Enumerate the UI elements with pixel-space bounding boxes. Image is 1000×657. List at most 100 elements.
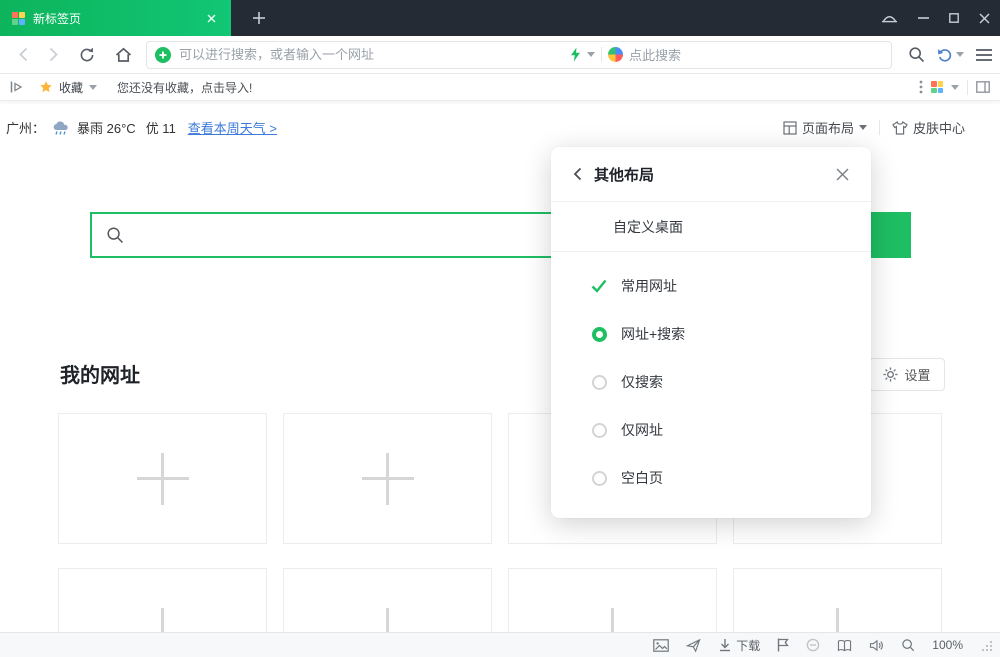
tab-close-icon[interactable] <box>203 10 219 26</box>
settings-label: 设置 <box>904 365 930 384</box>
layout-chevron-down-icon <box>859 125 867 130</box>
minimize-button[interactable] <box>918 17 929 19</box>
radio-selected-icon <box>590 327 608 342</box>
star-icon <box>39 80 53 94</box>
address-input[interactable] <box>179 47 883 62</box>
rain-cloud-icon <box>51 120 71 136</box>
plus-icon <box>362 608 414 633</box>
apps-chevron-down-icon[interactable] <box>951 85 959 90</box>
restore-chevron-down-icon[interactable] <box>956 52 964 57</box>
forward-button[interactable] <box>38 40 68 70</box>
favorites-chevron-down-icon[interactable] <box>89 85 97 90</box>
plus-icon <box>587 608 639 633</box>
plus-icon <box>362 453 414 505</box>
layout-option-sites-only[interactable]: 仅网址 <box>551 406 871 454</box>
skin-center-label: 皮肤中心 <box>913 118 965 137</box>
browser-window: 新标签页 <box>0 0 1000 657</box>
speaker-icon[interactable] <box>869 639 884 652</box>
bookmark-bar-right <box>919 80 990 95</box>
layout-option-blank-page[interactable]: 空白页 <box>551 454 871 502</box>
search-engine-icon[interactable] <box>608 47 623 62</box>
page-layout-button[interactable]: 页面布局 <box>783 118 867 137</box>
add-site-tile[interactable] <box>283 568 492 632</box>
quick-search-label[interactable]: 点此搜索 <box>629 45 681 64</box>
favorites-label[interactable]: 收藏 <box>59 79 83 96</box>
find-in-page-icon[interactable] <box>908 46 925 63</box>
maximize-button[interactable] <box>949 13 959 23</box>
weather-widget: 广州： 暴雨 26°C 优 11 查看本周天气 > <box>6 118 277 137</box>
popup-close-icon[interactable] <box>836 168 849 181</box>
check-icon <box>590 279 608 293</box>
skin-center-button[interactable]: 皮肤中心 <box>892 118 965 137</box>
weather-condition: 暴雨 26°C <box>77 118 136 137</box>
settings-button[interactable]: 设置 <box>869 358 945 391</box>
navigation-toolbar: 点此搜索 <box>0 36 1000 74</box>
resize-grip[interactable] <box>980 639 993 652</box>
add-site-tile[interactable] <box>733 568 942 632</box>
bookmark-bar-left: 收藏 您还没有收藏，点击导入! <box>10 79 252 96</box>
boost-chevron-down-icon[interactable] <box>587 52 595 57</box>
skin-hat-icon[interactable] <box>881 12 898 24</box>
restore-session-button[interactable] <box>937 47 964 63</box>
quick-search-area: 点此搜索 <box>570 42 681 68</box>
layout-options-list: 常用网址 网址+搜索 仅搜索 仅网址 空白页 <box>551 252 871 502</box>
refresh-button[interactable] <box>72 40 102 70</box>
custom-desktop-item[interactable]: 自定义桌面 <box>551 202 871 252</box>
add-site-tile[interactable] <box>283 413 492 544</box>
air-quality: 优 11 <box>146 118 176 137</box>
new-tab-button[interactable] <box>242 0 276 36</box>
tab-new-tab-page[interactable]: 新标签页 <box>0 0 231 36</box>
more-dots-icon[interactable] <box>919 80 923 94</box>
address-bar[interactable]: 点此搜索 <box>146 41 892 69</box>
option-label: 常用网址 <box>621 276 677 296</box>
back-chevron-icon[interactable] <box>573 167 582 181</box>
main-menu-button[interactable] <box>976 49 992 61</box>
shield-plus-icon[interactable] <box>155 47 171 63</box>
weather-city: 广州： <box>6 118 45 137</box>
shirt-icon <box>892 121 908 135</box>
divider <box>967 80 968 95</box>
home-button[interactable] <box>108 40 138 70</box>
lightning-icon[interactable] <box>570 47 581 62</box>
add-site-tile[interactable] <box>58 568 267 632</box>
my-sites-title: 我的网址 <box>60 359 140 388</box>
task-flag-icon[interactable] <box>777 638 789 652</box>
zoom-icon[interactable] <box>901 638 915 652</box>
popup-header: 其他布局 <box>551 147 871 202</box>
add-site-tile[interactable] <box>508 568 717 632</box>
eye-protection-icon[interactable] <box>806 638 820 652</box>
toolbar-right-icons <box>908 46 992 63</box>
sidebar-toggle-icon[interactable] <box>10 81 23 93</box>
reader-mode-icon[interactable] <box>837 639 852 652</box>
option-label: 仅搜索 <box>621 372 663 392</box>
layout-icon <box>783 121 797 135</box>
radio-icon <box>590 423 608 438</box>
screenshot-icon[interactable] <box>653 639 669 652</box>
zoom-level[interactable]: 100% <box>932 638 963 652</box>
bookmark-bar: 收藏 您还没有收藏，点击导入! <box>0 74 1000 101</box>
download-button[interactable]: 下载 <box>718 637 760 654</box>
custom-desktop-label: 自定义桌面 <box>613 217 683 237</box>
close-button[interactable] <box>979 13 990 24</box>
divider <box>601 47 602 62</box>
add-site-tile[interactable] <box>58 413 267 544</box>
radio-icon <box>590 375 608 390</box>
plus-icon <box>137 453 189 505</box>
status-bar: 下载 100% <box>0 632 1000 657</box>
paper-plane-icon[interactable] <box>686 638 701 653</box>
apps-grid-icon[interactable] <box>931 81 943 93</box>
weather-forecast-link[interactable]: 查看本周天气 > <box>188 118 277 137</box>
back-button[interactable] <box>8 40 38 70</box>
new-tab-page: 广州： 暴雨 26°C 优 11 查看本周天气 > 页面布局 皮肤中心 <box>0 102 1000 632</box>
page-layout-label: 页面布局 <box>802 118 854 137</box>
option-label: 仅网址 <box>621 420 663 440</box>
bookmarks-empty-hint[interactable]: 您还没有收藏，点击导入! <box>117 79 252 96</box>
side-panel-icon[interactable] <box>976 81 990 93</box>
radio-icon <box>590 471 608 486</box>
tab-title: 新标签页 <box>33 10 203 27</box>
plus-icon <box>812 608 864 633</box>
layout-option-common-sites[interactable]: 常用网址 <box>551 262 871 310</box>
layout-option-sites-and-search[interactable]: 网址+搜索 <box>551 310 871 358</box>
layout-option-search-only[interactable]: 仅搜索 <box>551 358 871 406</box>
plus-icon <box>137 608 189 633</box>
